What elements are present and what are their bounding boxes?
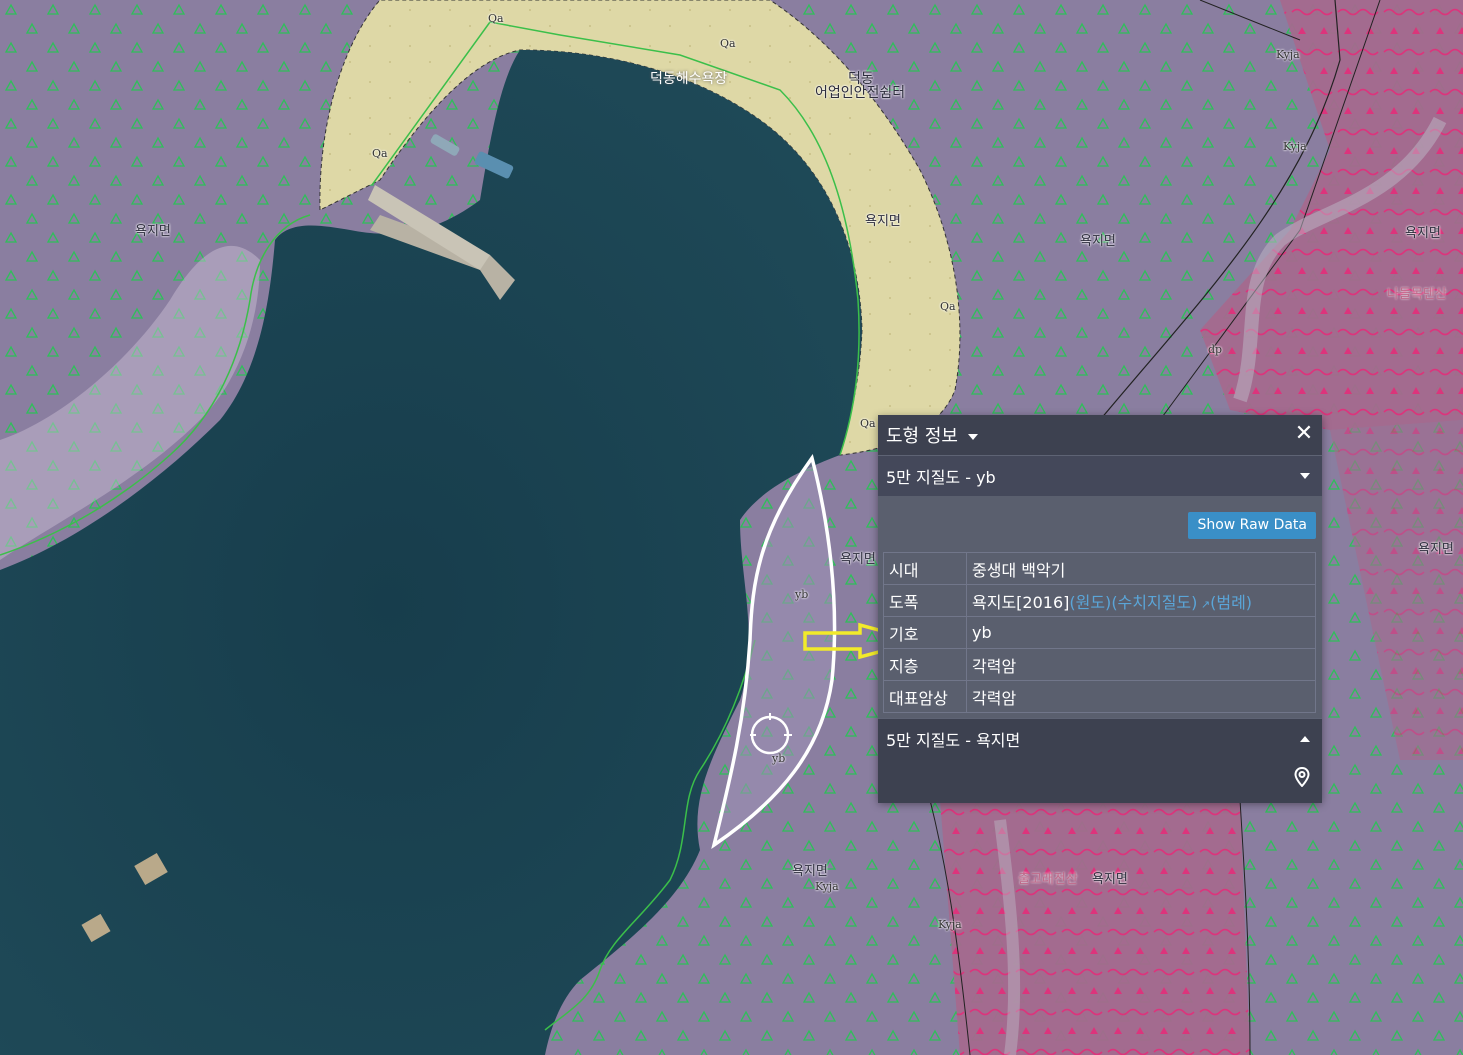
chevron-down-icon[interactable] [967,433,978,440]
town-label: 욕지면 [1405,226,1441,241]
attribute-table: 시대 중생대 백악기 도폭 욕지도[2016](원도)(수치지질도) ↗(범례)… [883,552,1316,713]
attr-key: 시대 [883,552,967,585]
town-label: 욕지면 [865,214,901,229]
unit-code-label: Qa [372,147,388,160]
attribute-section: Show Raw Data 시대 중생대 백악기 도폭 욕지도[2016](원도… [878,496,1322,718]
town-label: 욕지면 [135,224,171,239]
layer-section-header[interactable]: 5만 지질도 - 욕지면 [878,718,1322,759]
map-pin-icon[interactable] [1294,767,1310,787]
close-icon[interactable]: ✕ [1294,423,1314,445]
unit-code-label: Kyja [938,918,962,931]
location-section [878,759,1322,803]
unit-code-label: yb [772,752,786,765]
center-label: 어업인안전쉼터 [815,85,906,101]
table-row: 지층 각력암 [883,648,1316,681]
unit-code-label: Qa [720,37,736,50]
town-label: 욕지면 [1418,542,1454,557]
attr-key: 도폭 [883,584,967,617]
place-label: 나들목덴산 [1387,287,1447,302]
digital-map-link[interactable]: (수치지질도) [1111,593,1197,612]
original-map-link[interactable]: (원도) [1069,593,1111,612]
attr-key: 기호 [883,616,967,649]
unit-code-label: Kyja [815,880,839,893]
unit-code-label: Qa [860,417,876,430]
layer-section-header[interactable]: 5만 지질도 - yb [878,455,1322,496]
attr-value-sheet: 욕지도[2016](원도)(수치지질도) ↗(범례) [966,584,1316,617]
panel-title[interactable]: 도형 정보 [886,422,958,448]
chevron-up-icon[interactable] [1300,736,1310,742]
attr-value: 각력암 [966,648,1316,681]
attr-key: 대표암상 [883,680,967,713]
beach-label: 덕동해수욕장 [650,71,728,87]
attr-value: 중생대 백악기 [966,552,1316,585]
show-raw-data-button[interactable]: Show Raw Data [1188,512,1316,539]
unit-code-label: Qa [940,300,956,313]
feature-info-panel: 도형 정보 ✕ 5만 지질도 - yb Show Raw Data 시대 중생대… [878,415,1322,803]
unit-code-label: Qa [488,12,504,25]
panel-header: 도형 정보 ✕ [878,415,1322,455]
unit-code-label: yb [795,588,809,601]
town-label: 욕지면 [1092,872,1128,887]
attr-value: yb [966,616,1316,649]
table-row: 시대 중생대 백악기 [883,552,1316,585]
sheet-name: 욕지도[2016] [972,592,1070,612]
table-row: 도폭 욕지도[2016](원도)(수치지질도) ↗(범례) [883,584,1316,617]
table-row: 기호 yb [883,616,1316,649]
layer-section-title: 5만 지질도 - yb [886,468,996,487]
town-label: 욕지면 [840,552,876,567]
unit-code-label: Kyja [1276,48,1300,61]
chevron-down-icon[interactable] [1300,473,1310,479]
town-label: 욕지면 [1080,234,1116,249]
kyja-zone-south [940,800,1250,1055]
external-link-icon[interactable]: ↗ [1197,598,1210,611]
unit-code-label: dp [1208,343,1223,356]
layer-section-title: 5만 지질도 - 욕지면 [886,731,1021,750]
town-label: 욕지면 [792,864,828,879]
unit-code-label: Kyja [1283,140,1307,153]
table-row: 대표암상 각력암 [883,680,1316,713]
place-label: 출고래전산 [1018,872,1078,887]
attr-key: 지층 [883,648,967,681]
legend-link[interactable]: (범례) [1210,593,1252,612]
attr-value: 각력암 [966,680,1316,713]
